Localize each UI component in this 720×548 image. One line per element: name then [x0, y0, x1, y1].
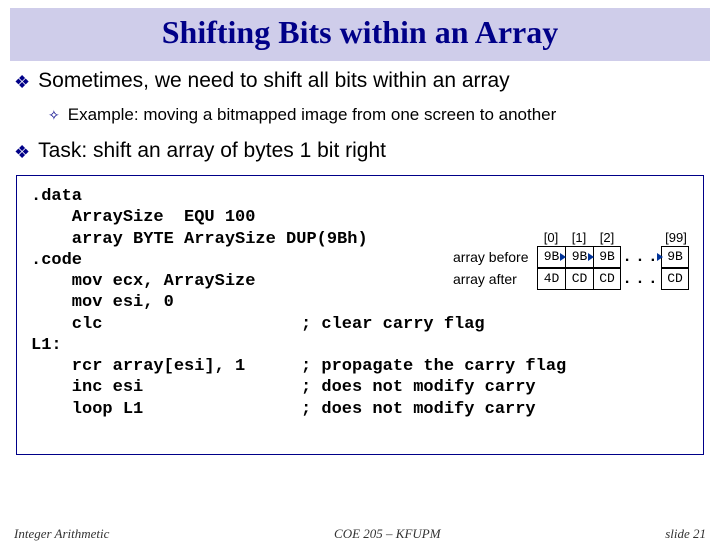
- idx-2: [2]: [593, 230, 621, 246]
- bullet-2: ❖ Task: shift an array of bytes 1 bit ri…: [14, 139, 706, 165]
- idx-1: [1]: [565, 230, 593, 246]
- after-2: CD: [593, 268, 621, 290]
- label-after: array after: [453, 271, 537, 289]
- idx-99: [99]: [661, 230, 691, 246]
- bullet-2-text: Task: shift an array of bytes 1 bit righ…: [38, 139, 386, 163]
- idx-0: [0]: [537, 230, 565, 246]
- array-after-row: array after 4D CD CD . . . CD: [453, 268, 691, 290]
- slide-title-bar: Shifting Bits within an Array: [10, 8, 710, 61]
- before-2: 9B: [593, 246, 621, 268]
- slide-title: Shifting Bits within an Array: [10, 14, 710, 51]
- before-99: 9B: [661, 246, 689, 268]
- after-1: CD: [565, 268, 593, 290]
- sub-bullet-1: ✧ Example: moving a bitmapped image from…: [48, 105, 706, 125]
- sub-bullet-icon: ✧: [48, 105, 60, 125]
- code-c10: ; does not modify carry: [301, 377, 536, 398]
- bullet-icon: ❖: [14, 139, 30, 165]
- bullet-1: ❖ Sometimes, we need to shift all bits w…: [14, 69, 706, 95]
- code-l9: rcr array[esi], 1: [31, 356, 301, 377]
- label-before: array before: [453, 249, 537, 267]
- code-c9: ; propagate the carry flag: [301, 356, 566, 377]
- array-before-row: array before 9B 9B 9B . . . 9B: [453, 246, 691, 268]
- code-l10: inc esi: [31, 377, 301, 398]
- arrow-icon: [560, 253, 566, 261]
- code-l11: loop L1: [31, 399, 301, 420]
- after-0: 4D: [537, 268, 565, 290]
- array-diagram: [0] [1] [2] [99] array before 9B 9B 9B .…: [453, 230, 691, 290]
- sub-bullet-1-text: Example: moving a bitmapped image from o…: [68, 105, 557, 125]
- code-l2: ArraySize EQU 100: [31, 207, 693, 228]
- slide-content: ❖ Sometimes, we need to shift all bits w…: [0, 69, 720, 455]
- code-box: .data ArraySize EQU 100 array BYTE Array…: [16, 175, 704, 455]
- dots-after: . . .: [621, 269, 661, 289]
- code-c7: ; clear carry flag: [301, 314, 485, 335]
- dots-before: . . .: [621, 247, 661, 267]
- code-l6: mov esi, 0: [31, 292, 693, 313]
- bullet-1-text: Sometimes, we need to shift all bits wit…: [38, 69, 510, 93]
- arrow-icon: [657, 253, 663, 261]
- index-row: [0] [1] [2] [99]: [537, 230, 691, 246]
- code-l7: clc: [31, 314, 301, 335]
- after-99: CD: [661, 268, 689, 290]
- code-l8: L1:: [31, 335, 693, 356]
- bullet-icon: ❖: [14, 69, 30, 95]
- code-c11: ; does not modify carry: [301, 399, 536, 420]
- code-l1: .data: [31, 186, 693, 207]
- arrow-icon: [588, 253, 594, 261]
